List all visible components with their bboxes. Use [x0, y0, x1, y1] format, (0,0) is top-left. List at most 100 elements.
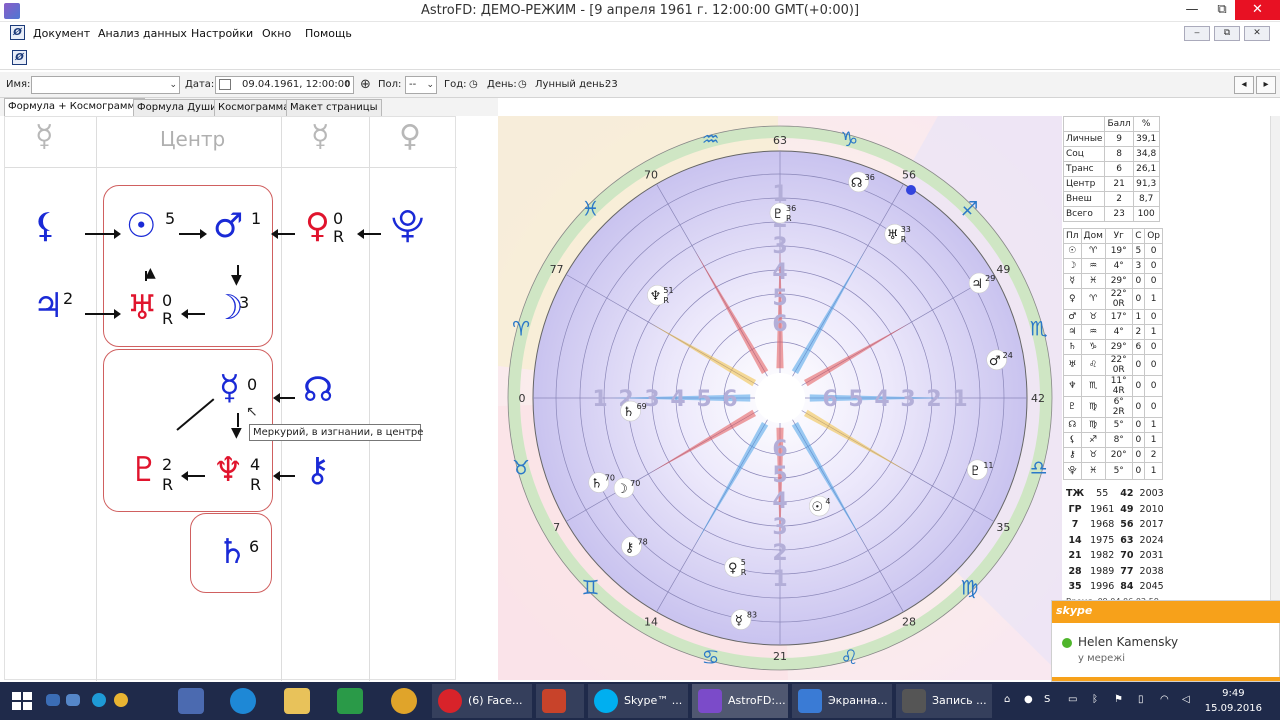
task-screen[interactable]: Экранна...	[792, 684, 892, 718]
chrome-small-icon[interactable]	[114, 693, 128, 707]
arrow-up-shaft	[145, 271, 147, 281]
pluto-icon[interactable]: ♇	[129, 453, 159, 487]
internet-explorer-icon[interactable]	[230, 688, 256, 714]
years-cell: 77	[1120, 565, 1134, 577]
house-number: 4	[670, 387, 685, 412]
prev-button[interactable]: ◂	[1234, 76, 1254, 94]
tab-page-layout[interactable]: Макет страницы	[286, 99, 382, 116]
window-title: AstroFD: ДЕМО-РЕЖИМ - [9 апреля 1961 г. …	[420, 3, 860, 18]
tray-skype-icon[interactable]: S	[1044, 694, 1050, 705]
menu-help[interactable]: Помощь	[305, 27, 352, 40]
globe-icon[interactable]: ⊕	[357, 76, 374, 94]
name-select[interactable]: ⌄	[31, 76, 180, 94]
saturn-icon[interactable]: ♄	[217, 535, 247, 569]
ie-small-icon[interactable]	[92, 693, 106, 707]
minimize-button[interactable]: —	[1175, 0, 1209, 20]
jupiter-icon[interactable]: ♃	[33, 289, 63, 323]
skype-notification[interactable]: skype Helen Kamensky у мережі	[1051, 600, 1280, 682]
tab-cosmogram[interactable]: Космограмма	[214, 99, 294, 116]
formula-panel: ☿ Центр ☿ ♀ ⚸ ☉ 5 ♂ 1 ♀ 0 R ⯓ ▲ ▼ ♃ 2 ♅ …	[4, 116, 457, 681]
tab-soul-formula[interactable]: Формула Души	[133, 99, 221, 116]
tray-volume-icon[interactable]: ◁	[1182, 694, 1190, 705]
score-head-points: Балл	[1104, 116, 1134, 132]
snipping-tool-icon[interactable]	[178, 688, 204, 714]
next-button[interactable]: ▸	[1256, 76, 1276, 94]
task-recording[interactable]: Запись ...	[896, 684, 992, 718]
clock-date: 15.09.2016	[1204, 703, 1262, 714]
chevron-down-icon: ⌄	[169, 80, 177, 90]
window-switch-icon[interactable]	[66, 694, 80, 706]
degree-label: 0	[519, 392, 526, 405]
arrow-left	[181, 309, 205, 319]
tray-monitor-icon[interactable]: ▭	[1068, 694, 1077, 705]
cosmogram-chart[interactable]: 6356494235282114707770 ♑♐♏♎♍♌♋♊♉♈♓♒ 1234…	[498, 116, 1062, 680]
task-skype[interactable]: Skype™ ...	[588, 684, 688, 718]
year-clock-icon[interactable]: ◷	[469, 79, 478, 90]
maximize-button[interactable]: ⧉	[1205, 0, 1239, 20]
planet-cell: ☽	[1063, 258, 1082, 274]
tray-network-icon[interactable]: ⌂	[1004, 694, 1010, 705]
date-field[interactable]: 09.04.1961, 12:00:00 ⇕	[215, 76, 354, 94]
mdi-restore-button[interactable]: ⧉	[1214, 26, 1240, 41]
menu-settings[interactable]: Настройки	[191, 27, 253, 40]
marker-dot[interactable]	[906, 185, 916, 195]
neptune-icon[interactable]: ♆	[213, 453, 243, 487]
mars-icon[interactable]: ♂	[213, 209, 243, 243]
tray-wifi-icon[interactable]: ◠	[1160, 694, 1169, 705]
close-button[interactable]: ✕	[1235, 0, 1280, 20]
planet-cell: ♑	[1080, 339, 1106, 355]
menu-window[interactable]: Окно	[262, 27, 291, 40]
arrow-down-icon: ▼	[231, 425, 242, 441]
mdi-close-button[interactable]: ✕	[1244, 26, 1270, 41]
node-icon[interactable]: ☊	[303, 373, 333, 407]
cosmogram-svg: 6356494235282114707770 ♑♐♏♎♍♌♋♊♉♈♓♒ 1234…	[498, 116, 1062, 680]
store-icon[interactable]	[337, 688, 363, 714]
task-powerpoint[interactable]	[536, 684, 584, 718]
app-logo-icon[interactable]: Ø	[12, 50, 27, 65]
taskbar-clock[interactable]: 9:49 15.09.2016	[1205, 686, 1262, 716]
arrow-left	[181, 471, 205, 481]
selena-icon[interactable]: ⯓	[391, 209, 424, 243]
score-head-empty	[1062, 116, 1106, 132]
task-astrofd[interactable]: AstroFD:...	[692, 684, 788, 718]
uranus-icon[interactable]: ♅	[127, 291, 157, 325]
planet-glyph: ♇	[970, 464, 982, 479]
tray-battery-icon[interactable]: ▯	[1138, 694, 1144, 705]
score-cell: 39,1	[1132, 131, 1160, 147]
spin-icon[interactable]: ⇕	[343, 77, 351, 93]
tray-flag-icon[interactable]: ⚑	[1114, 694, 1123, 705]
degree-label: 28	[902, 615, 916, 628]
years-cell: 35	[1068, 581, 1082, 593]
planet-cell: 0	[1131, 447, 1146, 463]
chrome-icon[interactable]	[391, 688, 417, 714]
lilith-icon[interactable]: ⚸	[33, 209, 58, 243]
sun-icon[interactable]: ☉	[126, 209, 156, 243]
sex-select[interactable]: -- ⌄	[405, 76, 437, 94]
planet-row: ♃ ♒ 4° 2 1	[1063, 324, 1163, 340]
planet-glyph: ♄	[623, 405, 635, 420]
desktop-icon[interactable]	[46, 694, 60, 706]
score-table: Балл % Личные 9 39,1 Соц 8 34,8 Транс 6 26,1 Цент…	[1062, 116, 1160, 222]
chiron-icon[interactable]: ⚷	[305, 453, 330, 487]
opera-icon	[438, 689, 462, 713]
tray-bluetooth-icon[interactable]: ᛒ	[1092, 694, 1098, 705]
venus-icon[interactable]: ♀	[305, 209, 330, 243]
mdi-minimize-button[interactable]: ‒	[1184, 26, 1210, 41]
day-clock-icon[interactable]: ◷	[518, 79, 527, 90]
calendar-icon[interactable]	[219, 79, 231, 90]
planet-cell: 0	[1131, 288, 1146, 310]
tab-formula-cosmogram[interactable]: Формула + Космограмма	[4, 98, 146, 116]
planet-glyph: ♆	[650, 289, 662, 304]
menu-document[interactable]: Документ	[33, 27, 90, 40]
mercury-icon[interactable]: ☿	[219, 371, 240, 405]
planet-head-s: С	[1131, 228, 1146, 244]
tray-yellow-icon[interactable]: ●	[1024, 694, 1033, 705]
task-facebook[interactable]: (6) Face...	[432, 684, 532, 718]
document-icon[interactable]: Ø	[10, 25, 25, 40]
zodiac-sign: ♈	[512, 317, 530, 341]
vertical-scrollbar[interactable]	[1270, 116, 1280, 606]
windows-start-icon[interactable]	[12, 692, 32, 710]
file-explorer-icon[interactable]	[284, 688, 310, 714]
years-row: ТЖ 55 42 2003	[1063, 486, 1167, 502]
menu-data-analysis[interactable]: Анализ данных	[98, 27, 187, 40]
